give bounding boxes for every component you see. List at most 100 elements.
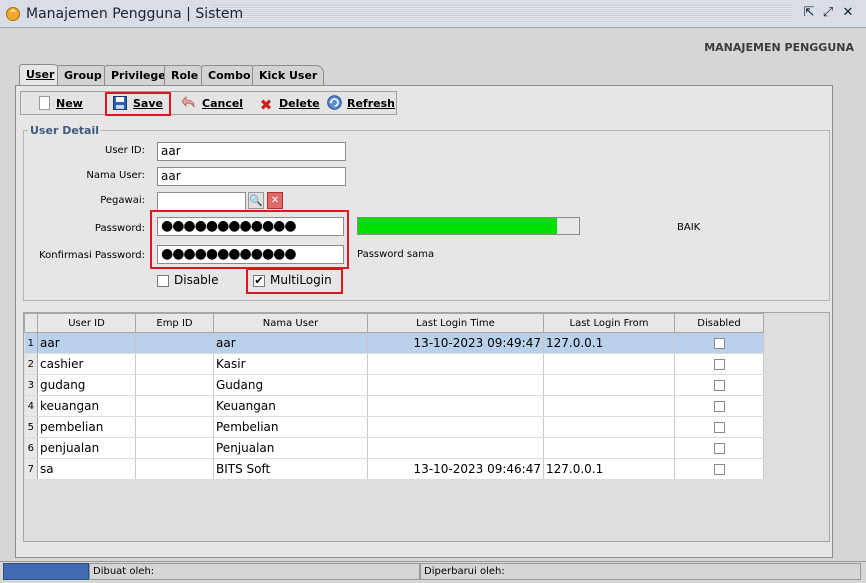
cell-disabled [674,395,764,417]
nama-user-field[interactable]: aar [157,167,346,186]
delete-x-icon: ✖ [259,96,273,114]
tab-combo-label: Combo [208,69,251,82]
multilogin-checkbox[interactable]: ✔ [253,275,265,287]
table-row[interactable]: 6 penjualan Penjualan [24,437,764,459]
window-title: Manajemen Pengguna | Sistem [26,6,244,22]
delete-button[interactable]: ✖ Delete [259,94,320,114]
cell-emp-id [135,437,214,459]
cell-nama-user: Penjualan [213,437,368,459]
tab-role[interactable]: Role [164,65,206,85]
pegawai-field[interactable] [157,192,246,211]
cell-last-login-from [543,374,675,396]
cell-last-login-from [543,395,675,417]
cell-last-login-time [367,374,544,396]
tab-group[interactable]: Group [57,65,109,85]
confirm-password-field[interactable]: ●●●●●●●●●●●● [157,245,344,264]
save-button[interactable]: Save [105,92,171,116]
cell-emp-id [135,395,214,417]
new-button[interactable]: New [39,94,83,114]
status-updated-by: Diperbarui oleh: [420,563,861,580]
row-number: 2 [24,353,38,375]
user-detail-title: User Detail [28,124,102,137]
clear-icon[interactable]: ✕ [267,192,283,209]
disabled-checkbox[interactable] [713,401,725,412]
col-emp-id[interactable]: Emp ID [135,313,214,333]
cell-nama-user: Pembelian [213,416,368,438]
table-row[interactable]: 1 aar aar 13-10-2023 09:49:47 127.0.0.1 [24,332,764,354]
disabled-checkbox[interactable] [713,338,725,349]
user-id-label: User ID: [105,145,145,156]
tab-combo[interactable]: Combo [201,65,258,85]
password-field[interactable]: ●●●●●●●●●●●● [157,217,344,236]
updated-by-label: Diperbarui oleh: [424,566,505,577]
cell-emp-id [135,458,214,480]
cell-disabled [674,332,764,354]
refresh-button[interactable]: Refresh [327,94,395,114]
cell-last-login-time: 13-10-2023 09:49:47 [367,332,544,354]
cell-emp-id [135,416,214,438]
save-button-label: Save [133,97,163,110]
cell-nama-user: aar [213,332,368,354]
disabled-checkbox[interactable] [713,359,725,370]
row-number: 7 [24,458,38,480]
cell-user-id: aar [37,332,136,354]
tab-kick-user[interactable]: Kick User [252,65,325,85]
table-row[interactable]: 7 sa BITS Soft 13-10-2023 09:46:47 127.0.0.1 [24,458,764,480]
cell-last-login-from [543,353,675,375]
cell-user-id: sa [37,458,136,480]
password-match-text: Password sama [357,249,435,260]
created-by-label: Dibuat oleh: [93,566,155,577]
password-strength-fill [358,218,557,234]
row-number-header [24,313,38,333]
cell-emp-id [135,332,214,354]
cell-user-id: keuangan [37,395,136,417]
cell-nama-user: Kasir [213,353,368,375]
disabled-checkbox[interactable] [713,464,725,475]
cancel-button[interactable]: Cancel [181,94,243,114]
tab-privilege[interactable]: Privilege [104,65,173,85]
col-disabled[interactable]: Disabled [674,313,764,333]
col-last-login-from[interactable]: Last Login From [543,313,675,333]
pegawai-label: Pegawai: [100,195,145,206]
undo-arrow-icon [181,95,196,110]
close-icon[interactable]: ✕ [840,5,856,21]
disabled-checkbox[interactable] [713,422,725,433]
col-last-login-time[interactable]: Last Login Time [367,313,544,333]
cell-emp-id [135,353,214,375]
cell-nama-user: Keuangan [213,395,368,417]
app-icon: ^ [6,7,20,21]
cell-disabled [674,458,764,480]
row-number: 1 [24,332,38,354]
new-document-icon [39,96,50,110]
cell-nama-user: Gudang [213,374,368,396]
col-user-id[interactable]: User ID [37,313,136,333]
disable-checkbox[interactable] [157,275,169,287]
user-id-field[interactable]: aar [157,142,346,161]
status-created-by: Dibuat oleh: [89,563,420,580]
col-nama-user[interactable]: Nama User [213,313,368,333]
table-row[interactable]: 4 keuangan Keuangan [24,395,764,417]
maximize-icon[interactable]: ⤢ [820,5,836,21]
search-icon[interactable]: 🔍 [248,192,264,209]
restore-icon[interactable]: ⇱ [801,5,817,21]
cell-last-login-time [367,395,544,417]
tab-group-label: Group [64,69,102,82]
cell-disabled [674,353,764,375]
cell-disabled [674,374,764,396]
cell-disabled [674,437,764,459]
cell-user-id: penjualan [37,437,136,459]
cell-last-login-time: 13-10-2023 09:46:47 [367,458,544,480]
disabled-checkbox[interactable] [713,380,725,391]
multilogin-label: MultiLogin [270,273,332,287]
cell-last-login-time [367,437,544,459]
floppy-disk-icon [113,96,127,110]
table-row[interactable]: 3 gudang Gudang [24,374,764,396]
tab-privilege-label: Privilege [111,69,166,82]
cell-nama-user: BITS Soft [213,458,368,480]
title-bar-texture [212,5,792,23]
table-header-row: User ID Emp ID Nama User Last Login Time… [24,313,764,333]
disabled-checkbox[interactable] [713,443,725,454]
table-row[interactable]: 5 pembelian Pembelian [24,416,764,438]
table-row[interactable]: 2 cashier Kasir [24,353,764,375]
tab-user[interactable]: User [19,64,62,85]
